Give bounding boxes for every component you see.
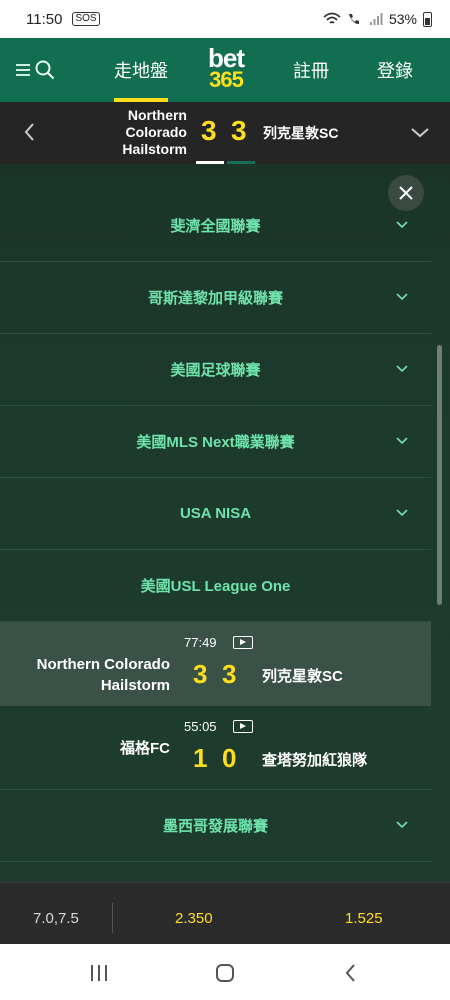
scoreboard-home-team: Northern Colorado Hailstorm: [122, 107, 187, 158]
competition-list[interactable]: 斐濟全國聯賽 哥斯達黎加甲級聯賽 美國足球聯賽 美國MLS Next職業聯賽 U…: [0, 164, 450, 882]
search-icon[interactable]: [35, 60, 55, 80]
match-away-team: 列克星敦SC: [262, 668, 343, 685]
divider: [112, 903, 113, 933]
match-away-score: 3: [222, 659, 237, 689]
competition-header-usl[interactable]: 美國USL League One: [0, 550, 431, 622]
match-row[interactable]: 55:05 福格FC 1 0 查塔努加紅狼隊: [0, 706, 431, 790]
chevron-down-icon[interactable]: [396, 363, 408, 375]
recents-icon[interactable]: [87, 961, 111, 985]
match-row[interactable]: 77:49 Northern Colorado Hailstorm 3 3 列克…: [0, 622, 431, 706]
competition-label: 美國足球聯賽: [170, 362, 261, 379]
scoreboard[interactable]: Northern Colorado Hailstorm 3 3 列克星敦SC: [0, 102, 450, 164]
chevron-down-icon[interactable]: [396, 291, 408, 303]
odds-button-under[interactable]: 1.525: [345, 910, 383, 927]
chevron-down-icon[interactable]: [396, 219, 408, 231]
home-team-line: 福格FC: [120, 740, 170, 757]
scrollbar[interactable]: [437, 345, 442, 605]
nav-login[interactable]: 登錄: [377, 38, 413, 102]
competition-label: USA NISA: [179, 505, 252, 522]
back-icon[interactable]: [339, 961, 363, 985]
status-right: 53%: [323, 11, 432, 27]
sos-notification-icon: SOS: [72, 12, 100, 26]
competition-row[interactable]: USA NISA: [0, 478, 431, 550]
home-team-line: Hailstorm: [100, 677, 170, 694]
odds-bar: 7.0,7.5 2.350 1.525: [0, 882, 450, 944]
home-team-line: Hailstorm: [122, 141, 187, 157]
signal-icon: [369, 13, 383, 25]
chevron-down-icon[interactable]: [396, 819, 408, 831]
status-time: 11:50: [26, 10, 63, 28]
competition-row[interactable]: 美國MLS Next職業聯賽: [0, 406, 431, 478]
home-icon[interactable]: [213, 961, 237, 985]
chevron-down-icon[interactable]: [396, 435, 408, 447]
call-icon: [348, 14, 359, 24]
menu-search-button[interactable]: [0, 38, 70, 102]
close-icon[interactable]: [398, 185, 414, 201]
match-away-team: 查塔努加紅狼隊: [262, 752, 368, 769]
close-button[interactable]: [388, 175, 424, 211]
battery-icon: [423, 11, 432, 27]
wifi-icon: [323, 12, 341, 24]
bet365-logo[interactable]: bet 365: [198, 43, 254, 92]
logo-text-bottom: 365: [209, 67, 244, 92]
system-navigation-bar: [0, 944, 450, 1000]
match-clock: 55:05: [184, 719, 217, 734]
competition-row[interactable]: 美國足球聯賽: [0, 334, 431, 406]
competition-row[interactable]: 墨西哥發展聯賽: [0, 790, 431, 862]
scoreboard-away-score: 3: [231, 115, 247, 146]
chevron-down-icon[interactable]: [408, 120, 432, 144]
chevron-down-icon[interactable]: [396, 507, 408, 519]
odds-handicap-line: 7.0,7.5: [33, 910, 79, 927]
match-clock: 77:49: [184, 635, 217, 650]
competition-label: 哥斯達黎加甲級聯賽: [147, 290, 283, 307]
competition-label: 美國MLS Next職業聯賽: [136, 434, 295, 451]
video-icon[interactable]: [233, 720, 253, 733]
video-icon[interactable]: [233, 636, 253, 649]
scoreboard-home-score: 3: [201, 115, 217, 146]
status-bar: 11:50 SOS 53%: [0, 0, 450, 38]
competition-label: 墨西哥發展聯賽: [162, 818, 268, 835]
chevron-left-icon[interactable]: [18, 120, 42, 144]
match-home-score: 3: [193, 659, 208, 689]
home-team-line: Colorado: [125, 124, 187, 140]
competition-label: 美國USL League One: [140, 578, 291, 595]
menu-icon[interactable]: [15, 63, 31, 77]
competition-row[interactable]: 斐濟全國聯賽: [0, 190, 431, 262]
home-team-line: Northern Colorado: [36, 656, 170, 673]
battery-percent: 53%: [388, 11, 417, 27]
competition-label: 斐濟全國聯賽: [170, 218, 261, 235]
scoreboard-away-team: 列克星敦SC: [263, 125, 339, 141]
match-home-score: 1: [193, 743, 208, 773]
match-home-team: Northern Colorado Hailstorm: [37, 654, 170, 696]
odds-button-over[interactable]: 2.350: [175, 910, 213, 927]
home-team-line: Northern: [127, 107, 187, 123]
competition-row[interactable]: 哥斯達黎加甲級聯賽: [0, 262, 431, 334]
match-home-team: 福格FC: [120, 738, 170, 759]
site-header: 走地盤 bet 365 註冊 登錄: [0, 38, 450, 102]
nav-join[interactable]: 註冊: [293, 38, 329, 102]
match-away-score: 0: [222, 743, 237, 773]
nav-inplay[interactable]: 走地盤: [114, 38, 168, 102]
logo-text-top: bet: [208, 43, 245, 73]
